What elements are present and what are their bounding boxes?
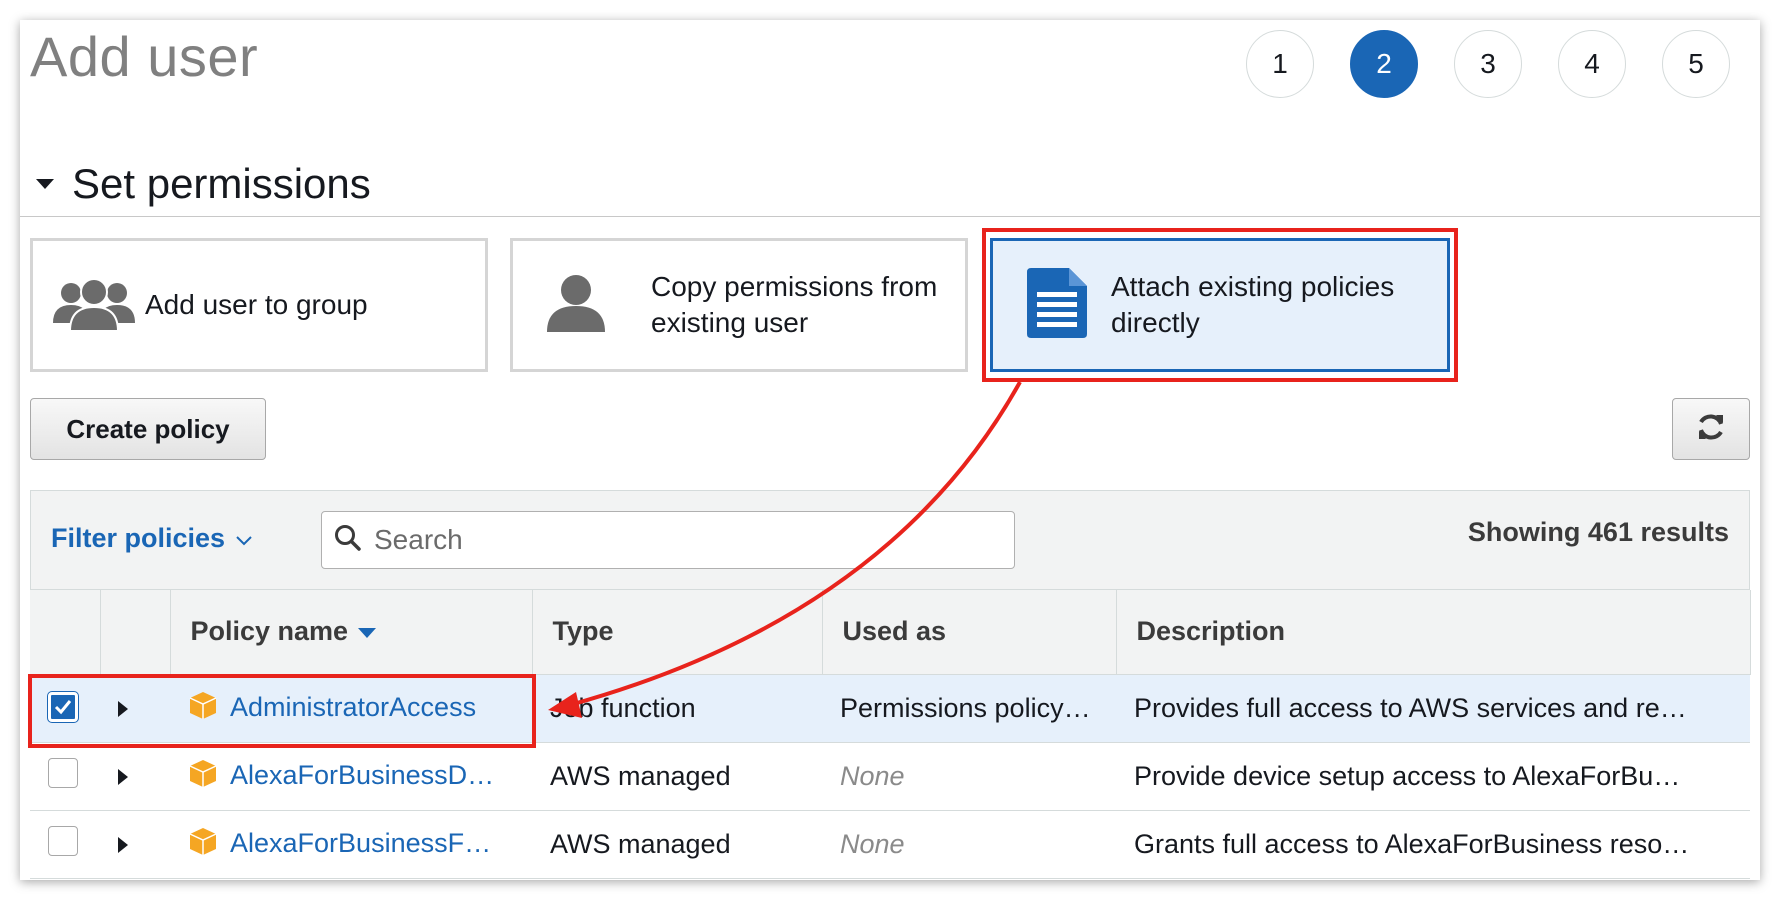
chevron-down-icon bbox=[235, 523, 253, 554]
results-count: Showing 461 results bbox=[1467, 517, 1729, 547]
option-label-line1: Copy permissions from bbox=[651, 271, 938, 302]
expand-caret-icon[interactable] bbox=[118, 768, 128, 785]
policy-name-cell: AlexaForBusinessD… bbox=[170, 742, 532, 811]
column-header-description[interactable]: Description bbox=[1116, 590, 1751, 675]
policies-toolbar: Filter policies Showing 461 results bbox=[30, 490, 1750, 590]
description-cell: Grants full access to AlexaForBusiness r… bbox=[1116, 810, 1750, 879]
search-box[interactable] bbox=[321, 511, 1015, 569]
section-title: Set permissions bbox=[72, 160, 371, 207]
row-checkbox[interactable] bbox=[48, 825, 78, 856]
table-header-row: Policy name Type Used as Description bbox=[30, 590, 1751, 675]
search-icon bbox=[334, 524, 362, 557]
divider bbox=[20, 216, 1760, 217]
expand-column-header bbox=[100, 590, 171, 675]
policy-name-link[interactable]: AlexaForBusinessF… bbox=[230, 828, 491, 858]
description-cell: Provide device setup access to AlexaForB… bbox=[1116, 742, 1750, 811]
step-4[interactable]: 4 bbox=[1558, 30, 1626, 98]
row-checkbox[interactable] bbox=[48, 757, 78, 788]
collapse-caret-icon[interactable] bbox=[36, 179, 54, 189]
refresh-icon bbox=[1696, 412, 1726, 447]
step-2[interactable]: 2 bbox=[1350, 30, 1418, 98]
sort-desc-icon[interactable] bbox=[358, 628, 377, 639]
policy-name-cell: AlexaForBusinessF… bbox=[170, 810, 532, 879]
column-label: Policy name bbox=[190, 616, 349, 647]
filter-label: Filter policies bbox=[51, 523, 226, 553]
step-3[interactable]: 3 bbox=[1454, 30, 1522, 98]
option-label: Add user to group bbox=[145, 289, 368, 320]
column-header-policy-name[interactable]: Policy name bbox=[170, 590, 533, 675]
create-policy-button[interactable]: Create policy bbox=[30, 398, 266, 460]
user-icon bbox=[547, 274, 605, 337]
option-label-line2: existing user bbox=[651, 307, 809, 338]
expand-cell bbox=[100, 810, 170, 879]
page-title: Add user bbox=[30, 25, 259, 88]
used-as-cell: None bbox=[822, 810, 1116, 879]
select-cell bbox=[30, 810, 100, 879]
refresh-button[interactable] bbox=[1672, 398, 1750, 460]
select-column-header bbox=[30, 590, 101, 675]
search-input[interactable] bbox=[372, 523, 976, 557]
type-cell: AWS managed bbox=[532, 810, 822, 879]
column-header-type[interactable]: Type bbox=[532, 590, 823, 675]
type-cell: Job function bbox=[532, 674, 822, 743]
type-cell: AWS managed bbox=[532, 742, 822, 811]
policy-name-link[interactable]: AlexaForBusinessD… bbox=[230, 760, 494, 790]
table-row[interactable]: AlexaForBusinessF… AWS managed None Gran… bbox=[30, 810, 1750, 879]
highlight-attach-option bbox=[982, 228, 1458, 382]
option-copy-permissions[interactable]: Copy permissions from existing user bbox=[510, 238, 968, 372]
expand-caret-icon[interactable] bbox=[118, 836, 128, 853]
description-cell: Provides full access to AWS services and… bbox=[1116, 674, 1750, 743]
select-cell bbox=[30, 742, 100, 811]
add-user-window: Add user 1 2 3 4 5 Set permissions Add u… bbox=[20, 20, 1760, 880]
column-header-used-as[interactable]: Used as bbox=[822, 590, 1117, 675]
policy-cube-icon bbox=[188, 758, 218, 795]
users-group-icon bbox=[53, 275, 135, 336]
table-row[interactable]: AlexaForBusinessD… AWS managed None Prov… bbox=[30, 742, 1750, 811]
option-label: Copy permissions from existing user bbox=[651, 269, 937, 341]
filter-policies-dropdown[interactable]: Filter policies bbox=[51, 523, 253, 554]
step-1[interactable]: 1 bbox=[1246, 30, 1314, 98]
highlight-selected-policy bbox=[28, 674, 536, 748]
used-as-cell: Permissions policy (2) bbox=[822, 674, 1116, 743]
step-5[interactable]: 5 bbox=[1662, 30, 1730, 98]
wizard-steps: 1 2 3 4 5 bbox=[1246, 30, 1730, 98]
set-permissions-header[interactable]: Set permissions bbox=[36, 160, 371, 208]
option-add-user-to-group[interactable]: Add user to group bbox=[30, 238, 488, 372]
policy-cube-icon bbox=[188, 826, 218, 863]
used-as-cell: None bbox=[822, 742, 1116, 811]
expand-cell bbox=[100, 742, 170, 811]
